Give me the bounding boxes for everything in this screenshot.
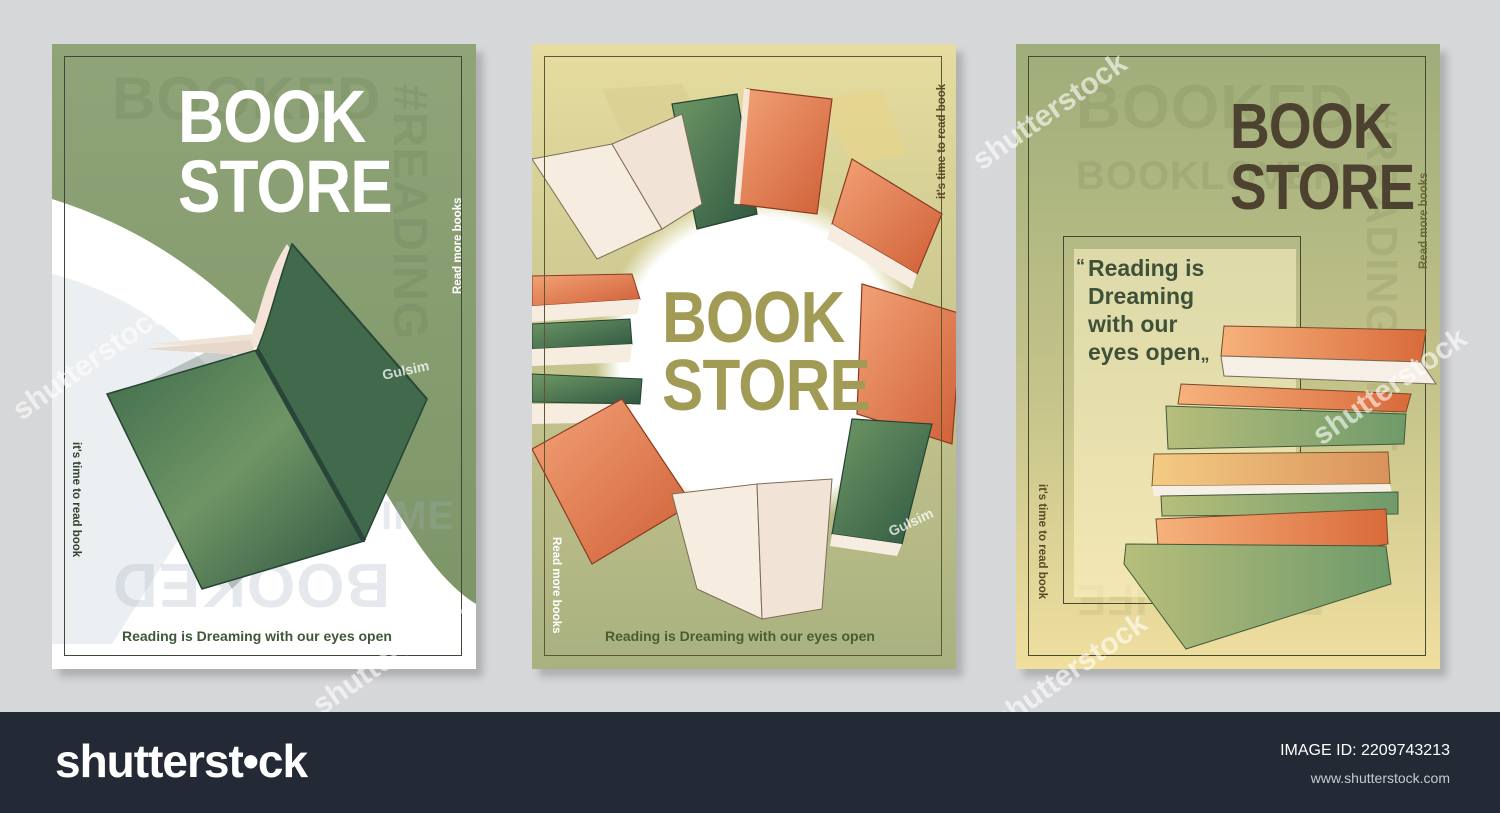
footer-url: www.shutterstock.com [1310, 770, 1450, 786]
image-id: IMAGE ID: 2209743213 [1280, 742, 1450, 759]
vertical-text-right: it's time to read book [936, 83, 948, 199]
vertical-text-left: Read more books [550, 537, 562, 634]
poster-2: BOOK STORE it's time to read book Read m… [532, 44, 956, 669]
poster-3: BOOKED BOOKLOVER #READING LIST BOOK LIFE… [1016, 44, 1440, 669]
poster-title: BOOK STORE [662, 278, 871, 427]
vertical-text-right: Read more books [452, 197, 464, 295]
vertical-text-left: it's time to read book [1036, 484, 1048, 600]
title-line-1: BOOK [662, 278, 845, 358]
tagline: Reading is Dreaming with our eyes open [605, 628, 875, 644]
shutterstock-logo: shutterst•ck [55, 735, 308, 787]
vertical-text-left: it's time to read book [70, 442, 82, 558]
vertical-text-right: Read more books [1418, 172, 1430, 270]
title-line-2: STORE [662, 346, 871, 427]
tagline: Reading is Dreaming with our eyes open [122, 628, 392, 644]
footer-bar: shutterst•ck IMAGE ID: 2209743213 www.sh… [0, 712, 1500, 813]
book-stack-illustration [1123, 325, 1437, 650]
